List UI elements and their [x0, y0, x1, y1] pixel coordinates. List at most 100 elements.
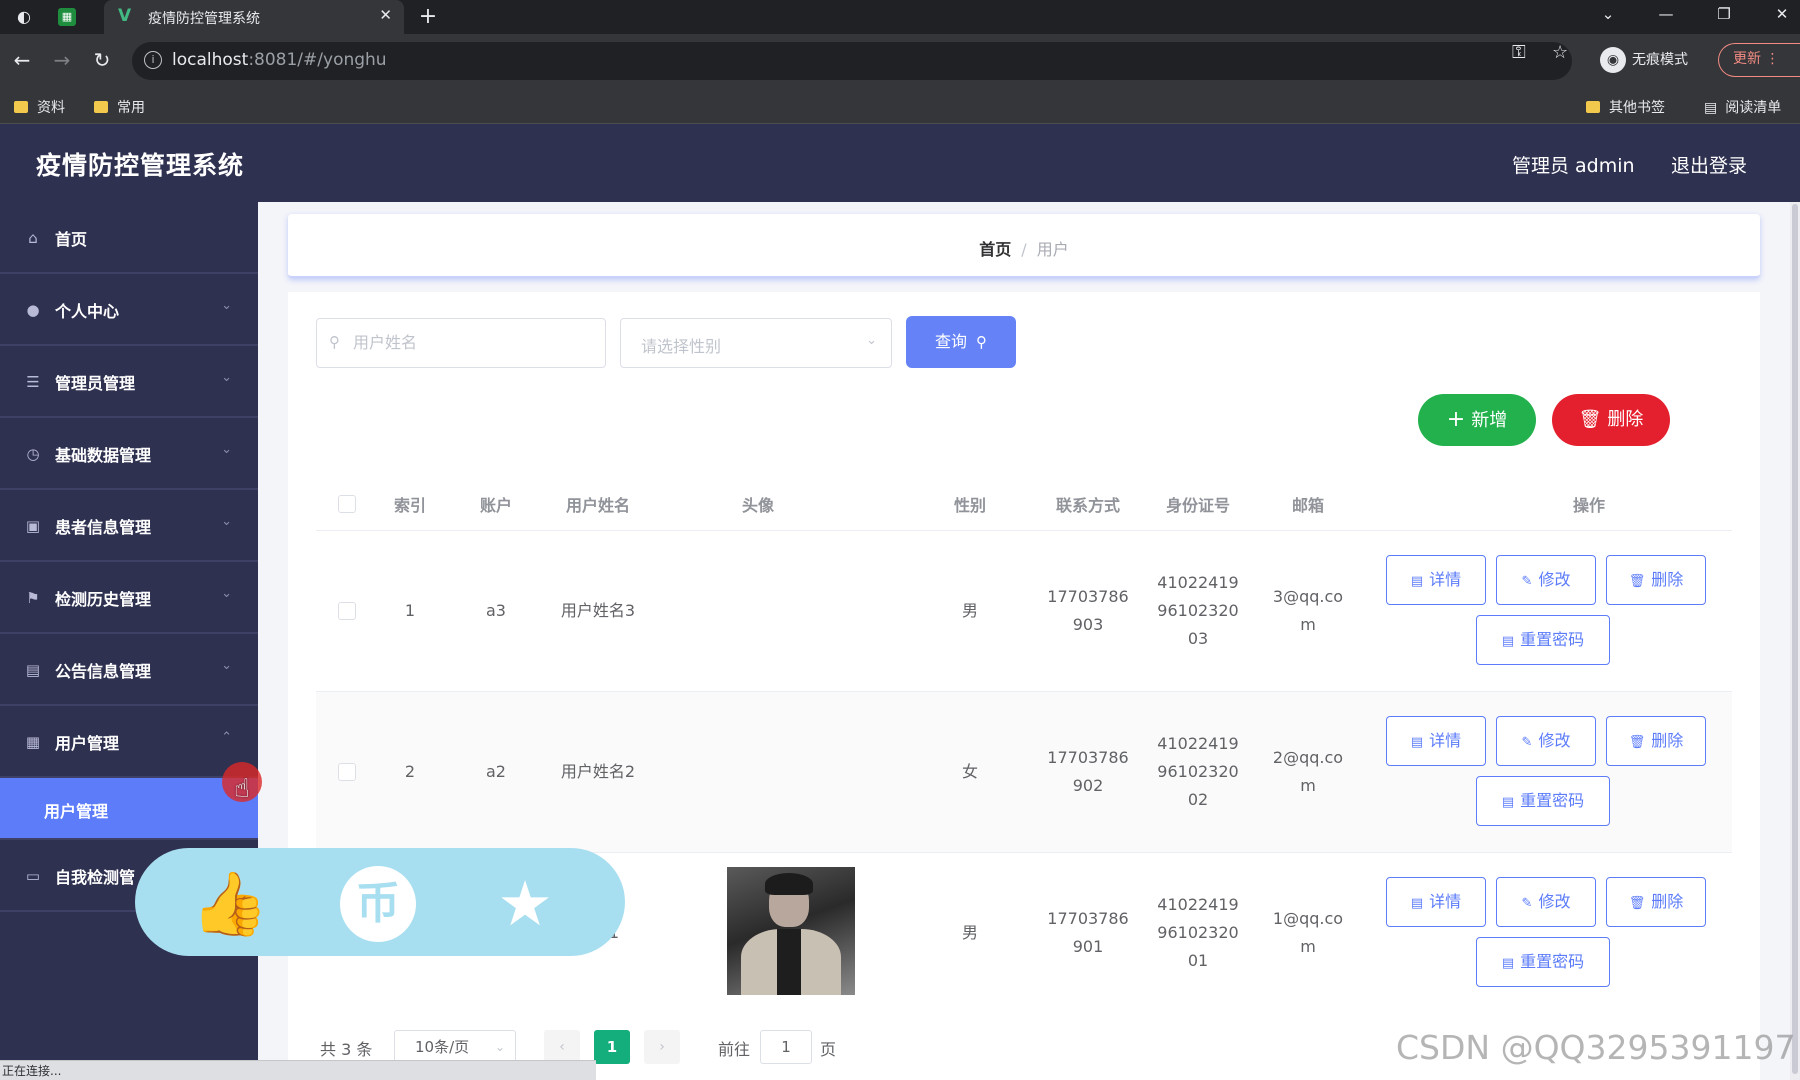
sidebar-item-label: 检测历史管理 [55, 590, 152, 609]
omnibox[interactable]: i localhost:8081/#/yonghu [132, 42, 1572, 80]
add-button[interactable]: + 新增 [1418, 394, 1536, 446]
chevron-down-icon: ⌄ [494, 1040, 505, 1054]
email-line: 1@qq.co [1272, 909, 1344, 928]
app-title: 疫情防控管理系统 [36, 151, 245, 180]
site-info-icon[interactable]: i [144, 51, 162, 69]
cell-gender: 女 [961, 762, 978, 781]
edit-label: 修改 [1538, 731, 1571, 750]
phone-line: 17703786 [1047, 748, 1129, 767]
row-checkbox[interactable] [338, 763, 356, 781]
page-size-value: 10条/页 [415, 1038, 470, 1056]
edit-button[interactable]: ✎ 修改 [1496, 877, 1596, 927]
star-icon[interactable]: ★ [487, 866, 563, 942]
row-checkbox[interactable] [338, 602, 356, 620]
sidebar-item-basic-data[interactable]: ◷ 基础数据管理 ⌄ [0, 418, 258, 490]
reading-list-label: 阅读清单 [1725, 100, 1782, 116]
update-button[interactable]: 更新 ⋮ [1718, 43, 1800, 77]
next-page-button[interactable]: › [644, 1030, 680, 1064]
plus-icon: + [1446, 407, 1466, 432]
sidebar-item-patients[interactable]: ▣ 患者信息管理 ⌄ [0, 490, 258, 562]
sidebar-subitem-user-management[interactable]: 用户管理 [0, 778, 258, 840]
pagination-total: 共 3 条 [320, 1040, 373, 1059]
breadcrumb-home[interactable]: 首页 [979, 240, 1011, 259]
delete-button[interactable]: 🗑 删除 [1606, 555, 1706, 605]
new-tab-icon[interactable]: + [418, 6, 438, 28]
edit-button[interactable]: ✎ 修改 [1496, 555, 1596, 605]
detail-button[interactable]: ▤ 详情 [1386, 555, 1486, 605]
email-line: m [1300, 937, 1316, 956]
pencil-icon: ✎ [1521, 896, 1533, 911]
sidebar-item-label: 管理员管理 [55, 374, 136, 393]
reset-password-button[interactable]: ▤ 重置密码 [1476, 615, 1610, 665]
chat-icon: ▭ [25, 867, 41, 885]
batch-delete-button[interactable]: 🗑 删除 [1552, 394, 1670, 446]
sidebar-item-users[interactable]: ▦ 用户管理 ⌃ [0, 706, 258, 778]
user-name-search[interactable]: ⚲ [316, 318, 606, 368]
forward-icon[interactable]: → [50, 48, 74, 72]
reset-password-button[interactable]: ▤ 重置密码 [1476, 776, 1610, 826]
sidebar-item-profile[interactable]: ● 个人中心 ⌄ [0, 274, 258, 346]
cell-id-number: 41022419 96102320 01 [1148, 891, 1248, 975]
document-icon: ▤ [1410, 896, 1424, 911]
scrollbar-thumb[interactable] [1792, 204, 1798, 1074]
delete-button[interactable]: 🗑 删除 [1606, 877, 1706, 927]
prev-page-button[interactable]: ‹ [544, 1030, 580, 1064]
minimize-icon[interactable]: — [1654, 5, 1678, 23]
tab-active[interactable]: V 疫情防控管理系统 ✕ [104, 0, 404, 34]
tab-search-icon[interactable]: ⌄ [1596, 5, 1620, 23]
back-icon[interactable]: ← [10, 48, 34, 72]
bookmark-folder-ziliao[interactable]: 资料 [14, 97, 65, 117]
reading-list[interactable]: ▤ 阅读清单 [1704, 97, 1781, 117]
reload-icon[interactable]: ↻ [90, 48, 114, 72]
search-icon: ⚲ [976, 333, 988, 351]
col-header-ops: 操作 [1572, 496, 1605, 515]
bookmark-folder-changyong[interactable]: 常用 [94, 97, 145, 117]
pencil-icon: ✎ [1521, 574, 1533, 589]
sidebar-item-notices[interactable]: ▤ 公告信息管理 ⌄ [0, 634, 258, 706]
coin-icon[interactable]: 币 [340, 866, 416, 942]
chevron-down-icon: ⌄ [221, 298, 232, 313]
chevron-down-icon: ⌄ [221, 514, 232, 529]
cell-email: 1@qq.co m [1258, 905, 1358, 961]
user-name-input[interactable] [353, 333, 593, 352]
detail-label: 详情 [1429, 731, 1462, 750]
key-icon[interactable]: ⚿ [1512, 42, 1526, 63]
thumbs-up-icon[interactable]: 👍 [191, 866, 268, 942]
detail-button[interactable]: ▤ 详情 [1386, 877, 1486, 927]
edit-button[interactable]: ✎ 修改 [1496, 716, 1596, 766]
logout-link[interactable]: 退出登录 [1671, 151, 1747, 178]
reset-password-button[interactable]: ▤ 重置密码 [1476, 937, 1610, 987]
cell-phone: 17703786 903 [1038, 583, 1138, 639]
update-label: 更新 [1733, 51, 1761, 67]
trash-icon: 🗑 [1628, 574, 1646, 589]
bookmark-star-icon[interactable]: ☆ [1552, 42, 1568, 63]
other-bookmarks[interactable]: 其他书签 [1586, 97, 1665, 117]
url-text[interactable]: localhost:8081/#/yonghu [172, 50, 387, 70]
pinned-tab-icon[interactable]: ▦ [58, 8, 76, 26]
query-button[interactable]: 查询 ⚲ [906, 316, 1016, 368]
sidebar-item-home[interactable]: ⌂ 首页 [0, 202, 258, 274]
close-tab-icon[interactable]: ✕ [379, 6, 392, 24]
delete-button[interactable]: 🗑 删除 [1606, 716, 1706, 766]
incognito-indicator[interactable]: ◉ 无痕模式 [1600, 47, 1688, 73]
sidebar-item-test-history[interactable]: ⚑ 检测历史管理 ⌄ [0, 562, 258, 634]
cell-index: 1 [404, 601, 416, 620]
bookmark-label: 资料 [37, 100, 65, 116]
select-all-checkbox[interactable] [338, 495, 356, 513]
gender-select[interactable]: 请选择性别 ⌄ [620, 318, 892, 368]
close-window-icon[interactable]: ✕ [1770, 5, 1794, 23]
page-size-select[interactable]: 10条/页 ⌄ [394, 1030, 516, 1064]
detail-button[interactable]: ▤ 详情 [1386, 716, 1486, 766]
email-line: 3@qq.co [1272, 587, 1344, 606]
goto-page-input[interactable]: 1 [760, 1030, 812, 1064]
restore-icon[interactable]: ❐ [1712, 5, 1736, 23]
browser-menu-icon[interactable]: ◐ [14, 7, 34, 27]
sidebar-item-admins[interactable]: ☰ 管理员管理 ⌄ [0, 346, 258, 418]
col-header-phone: 联系方式 [1055, 496, 1120, 515]
grid-icon: ▦ [25, 733, 41, 751]
cell-account: a2 [486, 762, 506, 781]
page-number-active[interactable]: 1 [594, 1030, 630, 1064]
cell-phone: 17703786 902 [1038, 744, 1138, 800]
id-line: 01 [1187, 951, 1209, 970]
sidebar-item-label: 患者信息管理 [55, 518, 152, 537]
